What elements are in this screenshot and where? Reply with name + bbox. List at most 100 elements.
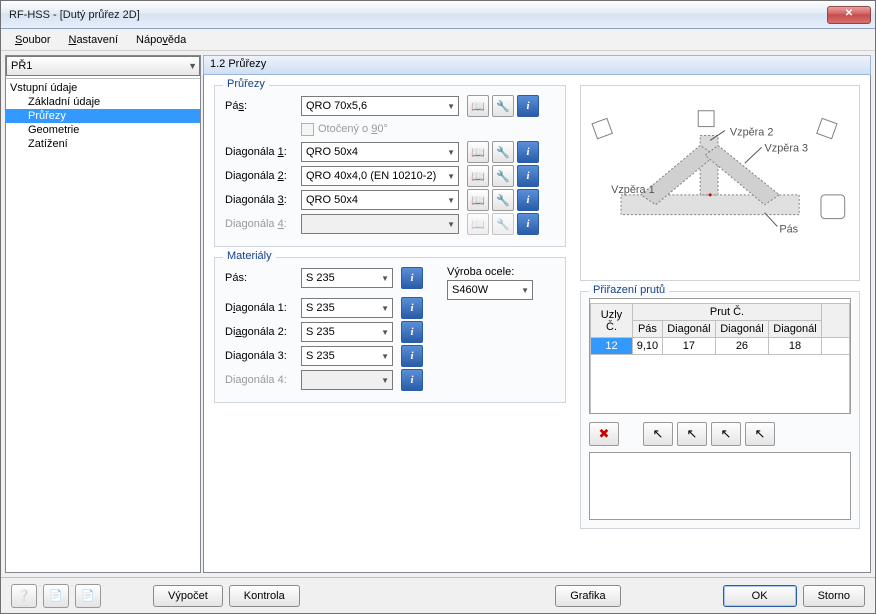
- combo-mat-d4: ▼: [301, 370, 393, 390]
- assignment-grid[interactable]: Uzly Č. Prut Č. Pás Diagonál Diagonál Di…: [589, 298, 851, 414]
- footer: ❔ 📄 📄 Výpočet Kontrola Grafika OK Storno: [1, 577, 875, 613]
- right-column: Vzpěra 1 Vzpěra 2 Vzpěra 3 Pás Přiřazení…: [580, 85, 860, 566]
- pick-button-3[interactable]: ↖: [711, 422, 741, 446]
- combo-d2[interactable]: QRO 40x4,0 (EN 10210-2)▼: [301, 166, 459, 186]
- chevron-down-icon: ▼: [447, 172, 455, 181]
- chevron-down-icon: ▼: [521, 286, 529, 295]
- library-button[interactable]: 📖: [467, 141, 489, 163]
- svg-text:Vzpěra 2: Vzpěra 2: [730, 126, 774, 138]
- menu-nastaveni[interactable]: Nastavení: [60, 32, 126, 48]
- log-area: [589, 452, 851, 520]
- combo-d1[interactable]: QRO 50x4▼: [301, 142, 459, 162]
- grafika-button[interactable]: Grafika: [555, 585, 620, 607]
- chevron-down-icon: ▼: [381, 274, 389, 283]
- info-button[interactable]: i: [401, 297, 423, 319]
- import-button[interactable]: 📄: [75, 584, 101, 608]
- info-button[interactable]: i: [517, 189, 539, 211]
- chevron-down-icon: ▼: [381, 304, 389, 313]
- ok-button[interactable]: OK: [723, 585, 797, 607]
- label-d2: Diagonála 2:: [225, 170, 297, 182]
- svg-text:Vzpěra 1: Vzpěra 1: [611, 184, 655, 196]
- chevron-down-icon: ▼: [447, 148, 455, 157]
- combo-mat-d3[interactable]: S 235▼: [301, 346, 393, 366]
- info-button[interactable]: i: [401, 321, 423, 343]
- titlebar: RF-HSS - [Dutý průřez 2D] ✕: [1, 1, 875, 29]
- library-button[interactable]: 📖: [467, 165, 489, 187]
- edit-section-button[interactable]: 🔧: [492, 141, 514, 163]
- edit-section-button[interactable]: 🔧: [492, 95, 514, 117]
- library-button[interactable]: 📖: [467, 95, 489, 117]
- app-window: RF-HSS - [Dutý průřez 2D] ✕ Soubor Nasta…: [0, 0, 876, 614]
- col-d2: Diagonál: [715, 321, 768, 338]
- label-pas: Pás:: [225, 100, 297, 112]
- info-button[interactable]: i: [401, 345, 423, 367]
- preview-diagram: Vzpěra 1 Vzpěra 2 Vzpěra 3 Pás: [580, 85, 860, 281]
- label-mat-pas: Pás:: [225, 272, 297, 284]
- section-header: 1.2 Průřezy: [203, 55, 871, 75]
- close-button[interactable]: ✕: [827, 6, 871, 24]
- label-vyroba: Výroba ocele:: [447, 266, 533, 278]
- vyroba-ocele: Výroba ocele: S460W▼: [447, 266, 533, 392]
- edit-section-button[interactable]: 🔧: [492, 189, 514, 211]
- export-button[interactable]: 📄: [43, 584, 69, 608]
- tree-item-prurezy[interactable]: Průřezy: [6, 109, 200, 123]
- tree-item-zatizeni[interactable]: Zatížení: [6, 137, 200, 151]
- storno-button[interactable]: Storno: [803, 585, 865, 607]
- tree-item-geometrie[interactable]: Geometrie: [6, 123, 200, 137]
- left-column: Průřezy Pás: QRO 70x5,6▼ 📖 🔧 i: [214, 85, 566, 566]
- legend-materialy: Materiály: [223, 250, 276, 262]
- client-area: PŘ1 ▼ Vstupní údaje Základní údaje Průře…: [1, 51, 875, 577]
- label-mat-d1: Diagonála 1:: [225, 302, 297, 314]
- col-d3: Diagonál: [768, 321, 821, 338]
- hdr-uzly: Uzly Č.: [591, 304, 633, 338]
- info-button[interactable]: i: [517, 213, 539, 235]
- combo-mat-pas[interactable]: S 235▼: [301, 268, 393, 288]
- content: Průřezy Pás: QRO 70x5,6▼ 📖 🔧 i: [203, 75, 871, 573]
- main-pane: 1.2 Průřezy Průřezy Pás: QRO 70x5,6▼ 📖 🔧…: [203, 55, 871, 573]
- kontrola-button[interactable]: Kontrola: [229, 585, 300, 607]
- combo-pas[interactable]: QRO 70x5,6▼: [301, 96, 459, 116]
- pick-button-2[interactable]: ↖: [677, 422, 707, 446]
- delete-button[interactable]: ✖: [589, 422, 619, 446]
- edit-section-button[interactable]: 🔧: [492, 165, 514, 187]
- combo-mat-d2[interactable]: S 235▼: [301, 322, 393, 342]
- label-mat-d3: Diagonála 3:: [225, 350, 297, 362]
- combo-d4: ▼: [301, 214, 459, 234]
- info-button[interactable]: i: [517, 165, 539, 187]
- combo-mat-d1[interactable]: S 235▼: [301, 298, 393, 318]
- chevron-down-icon: ▼: [447, 102, 455, 111]
- nav-tree: Vstupní údaje Základní údaje Průřezy Geo…: [6, 78, 200, 572]
- group-prurezy: Průřezy Pás: QRO 70x5,6▼ 📖 🔧 i: [214, 85, 566, 247]
- library-button[interactable]: 📖: [467, 189, 489, 211]
- tree-item-zakladni[interactable]: Základní údaje: [6, 95, 200, 109]
- case-selector-value: PŘ1: [11, 60, 32, 72]
- legend-prurezy: Průřezy: [223, 78, 269, 90]
- col-d1: Diagonál: [662, 321, 715, 338]
- case-selector[interactable]: PŘ1 ▼: [6, 56, 200, 76]
- pick-button-1[interactable]: ↖: [643, 422, 673, 446]
- info-button[interactable]: i: [517, 95, 539, 117]
- info-button[interactable]: i: [517, 141, 539, 163]
- hdr-prut: Prut Č.: [633, 304, 822, 321]
- help-button[interactable]: ❔: [11, 584, 37, 608]
- table-row[interactable]: 12 9,10 17 26 18: [591, 338, 850, 355]
- label-d3: Diagonála 3:: [225, 194, 297, 206]
- svg-text:Vzpěra 3: Vzpěra 3: [765, 142, 809, 154]
- label-mat-d2: Diagonála 2:: [225, 326, 297, 338]
- combo-vyroba[interactable]: S460W▼: [447, 280, 533, 300]
- pick-button-4[interactable]: ↖: [745, 422, 775, 446]
- menu-napoveda[interactable]: Nápověda: [128, 32, 194, 48]
- info-button[interactable]: i: [401, 267, 423, 289]
- chevron-down-icon: ▼: [381, 352, 389, 361]
- chevron-down-icon: ▼: [447, 196, 455, 205]
- menu-soubor[interactable]: Soubor: [7, 32, 58, 48]
- edit-section-button: 🔧: [492, 213, 514, 235]
- library-button: 📖: [467, 213, 489, 235]
- chevron-down-icon: ▼: [381, 376, 389, 385]
- tree-root[interactable]: Vstupní údaje: [6, 81, 200, 95]
- legend-prirazeni: Přiřazení prutů: [589, 284, 669, 296]
- window-title: RF-HSS - [Dutý průřez 2D]: [9, 9, 827, 21]
- combo-d3[interactable]: QRO 50x4▼: [301, 190, 459, 210]
- vypocet-button[interactable]: Výpočet: [153, 585, 223, 607]
- info-button[interactable]: i: [401, 369, 423, 391]
